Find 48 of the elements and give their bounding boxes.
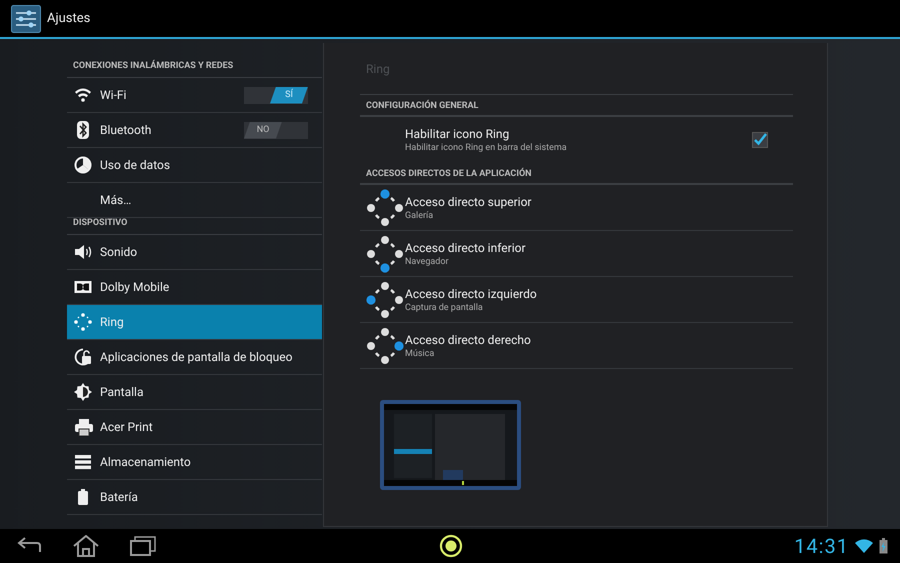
item-summary: Navegador (405, 256, 450, 266)
clock: 14:31 (794, 534, 849, 558)
wifi-icon (855, 539, 873, 553)
ring-shortcut-icon (366, 326, 404, 364)
storage-icon (74, 453, 94, 471)
sidebar-item[interactable]: Batería (67, 480, 322, 515)
sidebar-item[interactable]: Acer Print (67, 410, 322, 445)
home-icon[interactable] (72, 535, 100, 557)
ring-icon (74, 313, 94, 331)
ring-shortcut-icon (366, 188, 404, 226)
ring-shortcut-icon (366, 234, 404, 272)
item-summary: Captura de pantalla (405, 302, 484, 312)
section-header: DISPOSITIVO (67, 218, 322, 235)
item-title: Habilitar icono Ring (405, 127, 510, 141)
printer-icon (74, 418, 94, 436)
sidebar-item[interactable]: Más… (67, 183, 322, 218)
sidebar-item[interactable]: Pantalla (67, 375, 322, 410)
sidebar-item[interactable]: Aplicaciones de pantalla de bloqueo (67, 340, 322, 375)
sidebar-item[interactable]: Wi-Fi SÍ (67, 78, 322, 113)
brightness-icon (74, 383, 94, 401)
settings-icon[interactable] (11, 4, 41, 32)
ring-icon[interactable] (439, 534, 463, 558)
wifi-icon (74, 86, 94, 104)
sidebar-item[interactable]: Uso de datos (67, 148, 322, 183)
sidebar-item[interactable]: Ring (67, 305, 322, 340)
item-title: Acceso directo superior (405, 194, 532, 208)
lock-icon (74, 348, 94, 366)
section-header: CONFIGURACIÓN GENERAL (360, 95, 793, 117)
pie-chart-icon (74, 156, 94, 174)
sidebar-item[interactable]: Bluetooth NO (67, 113, 322, 148)
toggle-switch[interactable]: NO (244, 122, 308, 138)
recent-apps-icon[interactable] (130, 536, 156, 556)
battery-icon (879, 538, 888, 554)
sidebar-item[interactable]: Almacenamiento (67, 445, 322, 480)
item-summary: Galería (405, 210, 434, 220)
item-title: Acceso directo izquierdo (405, 286, 538, 300)
item-summary: Música (405, 348, 436, 358)
item-summary: Habilitar icono Ring en barra del sistema (405, 143, 568, 153)
section-header: ACCESOS DIRECTOS DE LA APLICACIÓN (360, 163, 793, 185)
dolby-icon (74, 278, 94, 296)
checkbox[interactable] (752, 132, 768, 148)
section-header: CONEXIONES INALÁMBRICAS Y REDES (67, 61, 322, 78)
speaker-icon (74, 243, 94, 261)
app-title: Ajustes (47, 11, 90, 26)
ring-shortcut-icon (366, 280, 404, 318)
item-title: Acceso directo derecho (405, 332, 532, 346)
sidebar-item[interactable]: Sonido (67, 235, 322, 270)
item-title: Acceso directo inferior (405, 240, 527, 254)
